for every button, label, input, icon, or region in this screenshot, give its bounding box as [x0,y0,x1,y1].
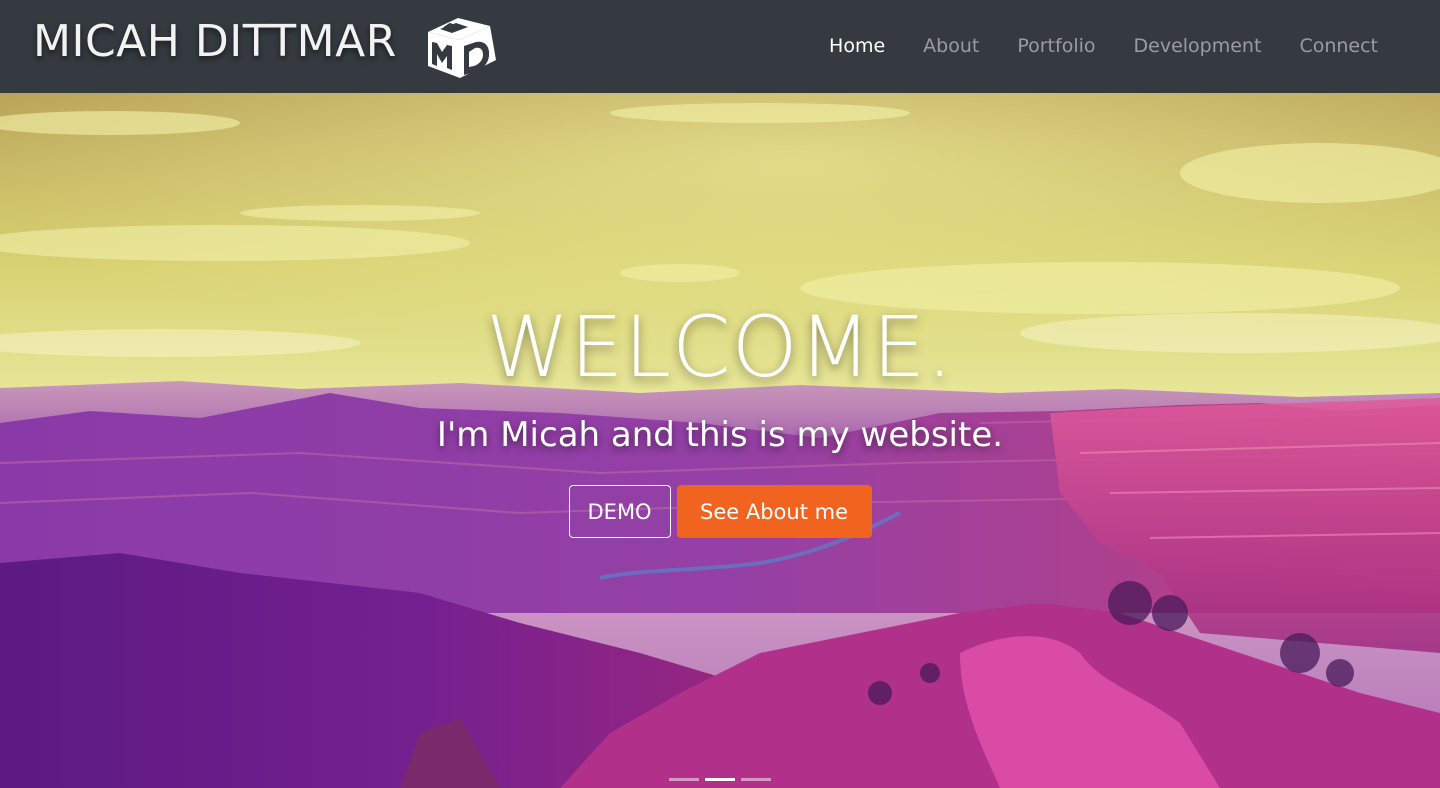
carousel-indicator-1[interactable] [669,778,699,781]
md-cube-logo-icon[interactable] [420,12,502,82]
nav-portfolio[interactable]: Portfolio [1017,33,1095,59]
nav-connect[interactable]: Connect [1299,33,1378,59]
hero-title: WELCOME. [486,298,954,396]
hero-buttons: DEMO See About me [0,485,1440,538]
carousel-indicators [669,778,771,781]
carousel-indicator-2[interactable] [705,778,735,781]
nav-development[interactable]: Development [1134,33,1262,59]
see-about-me-button[interactable]: See About me [676,485,872,538]
demo-button[interactable]: DEMO [568,485,671,538]
brand-name[interactable]: MICAH DITTMAR [33,16,397,68]
nav-about[interactable]: About [923,33,979,59]
hero-subtitle: I'm Micah and this is my website. [436,415,1004,455]
hero-carousel: WELCOME. I'm Micah and this is my websit… [0,93,1440,788]
navbar: MICAH DITTMAR Home About Portfolio Devel… [0,0,1440,93]
nav-home[interactable]: Home [829,33,885,59]
carousel-indicator-3[interactable] [741,778,771,781]
hero-content: WELCOME. I'm Micah and this is my websit… [0,93,1440,788]
main-nav: Home About Portfolio Development Connect [829,33,1378,59]
